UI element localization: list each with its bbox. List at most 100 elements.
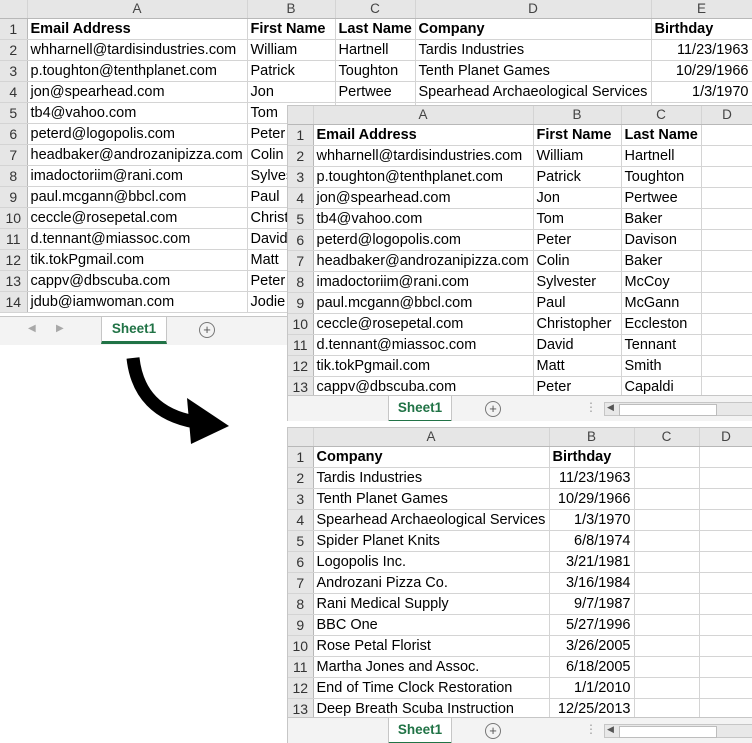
empty-cell[interactable] <box>701 292 752 314</box>
data-cell[interactable]: Christopher <box>533 313 622 335</box>
prev-sheet-button[interactable]: ◀ <box>28 323 36 334</box>
data-cell[interactable]: Hartnell <box>621 145 702 167</box>
row-header[interactable]: 6 <box>0 123 28 145</box>
add-sheet-icon[interactable]: + <box>199 322 215 338</box>
empty-cell[interactable] <box>634 635 700 657</box>
data-cell[interactable]: McGann <box>621 292 702 314</box>
empty-cell[interactable] <box>634 488 700 510</box>
data-cell[interactable]: 1/3/1970 <box>651 81 752 103</box>
data-cell[interactable]: d.tennant@miassoc.com <box>27 228 248 250</box>
column-header-d[interactable]: D <box>699 428 752 447</box>
data-cell[interactable]: Spearhead Archaeological Services <box>313 509 550 531</box>
data-cell[interactable]: Tardis Industries <box>415 39 652 61</box>
data-cell[interactable]: Davison <box>621 229 702 251</box>
empty-cell[interactable] <box>699 467 752 489</box>
column-header-d[interactable]: D <box>701 106 752 125</box>
data-cell[interactable]: imadoctoriim@rani.com <box>27 165 248 187</box>
data-cell[interactable]: tik.tokPgmail.com <box>313 355 534 377</box>
sheet-tab[interactable]: Sheet1 <box>388 396 452 421</box>
scroll-left-icon[interactable]: ◀ <box>607 724 614 735</box>
empty-cell[interactable] <box>634 530 700 552</box>
data-cell[interactable]: d.tennant@miassoc.com <box>313 334 534 356</box>
data-cell[interactable]: Spearhead Archaeological Services <box>415 81 652 103</box>
empty-cell[interactable] <box>699 656 752 678</box>
column-header-c[interactable]: C <box>335 0 416 19</box>
data-cell[interactable]: David <box>533 334 622 356</box>
row-header[interactable]: 1 <box>288 446 314 468</box>
data-cell[interactable]: paul.mcgann@bbcl.com <box>313 292 534 314</box>
data-cell[interactable]: 1/3/1970 <box>549 509 635 531</box>
row-header[interactable]: 14 <box>0 291 28 313</box>
row-header[interactable]: 6 <box>288 551 314 573</box>
row-header[interactable]: 12 <box>0 249 28 271</box>
row-header[interactable]: 10 <box>288 635 314 657</box>
column-title-cell[interactable]: Birthday <box>651 18 752 40</box>
data-cell[interactable]: 6/18/2005 <box>549 656 635 678</box>
row-header[interactable]: 10 <box>288 313 314 335</box>
empty-cell[interactable] <box>701 166 752 188</box>
data-cell[interactable]: 11/23/1963 <box>549 467 635 489</box>
data-cell[interactable]: 3/16/1984 <box>549 572 635 594</box>
data-cell[interactable]: Spider Planet Knits <box>313 530 550 552</box>
data-cell[interactable]: Smith <box>621 355 702 377</box>
data-cell[interactable]: p.toughton@tenthplanet.com <box>313 166 534 188</box>
empty-cell[interactable] <box>634 593 700 615</box>
column-title-cell[interactable]: First Name <box>247 18 336 40</box>
column-title-cell[interactable]: First Name <box>533 124 622 146</box>
column-header-a[interactable]: A <box>27 0 248 19</box>
row-header[interactable]: 3 <box>288 166 314 188</box>
scroll-left-icon[interactable]: ◀ <box>607 402 614 413</box>
row-header[interactable]: 11 <box>288 334 314 356</box>
scrollbar-thumb[interactable] <box>619 404 717 416</box>
data-cell[interactable]: paul.mcgann@bbcl.com <box>27 186 248 208</box>
row-header[interactable]: 8 <box>288 593 314 615</box>
scrollbar-thumb[interactable] <box>619 726 717 738</box>
row-header[interactable]: 2 <box>288 145 314 167</box>
data-cell[interactable]: Matt <box>533 355 622 377</box>
add-sheet-icon[interactable]: + <box>485 401 501 417</box>
data-cell[interactable]: whharnell@tardisindustries.com <box>27 39 248 61</box>
row-header[interactable]: 11 <box>0 228 28 250</box>
empty-cell[interactable] <box>699 488 752 510</box>
empty-cell[interactable] <box>699 530 752 552</box>
data-cell[interactable]: Tom <box>533 208 622 230</box>
empty-cell[interactable] <box>699 572 752 594</box>
column-title-cell[interactable]: Company <box>313 446 550 468</box>
split-handle-icon[interactable]: ⋮ <box>585 400 597 414</box>
data-cell[interactable]: 1/1/2010 <box>549 677 635 699</box>
empty-cell[interactable] <box>701 208 752 230</box>
row-header[interactable]: 7 <box>288 250 314 272</box>
row-header[interactable]: 12 <box>288 677 314 699</box>
row-header[interactable]: 4 <box>0 81 28 103</box>
empty-cell[interactable] <box>701 145 752 167</box>
split-handle-icon[interactable]: ⋮ <box>585 722 597 736</box>
data-cell[interactable]: 3/26/2005 <box>549 635 635 657</box>
empty-cell[interactable] <box>699 509 752 531</box>
data-cell[interactable]: Pertwee <box>621 187 702 209</box>
row-header[interactable]: 2 <box>0 39 28 61</box>
data-cell[interactable]: jon@spearhead.com <box>27 81 248 103</box>
data-cell[interactable]: tik.tokPgmail.com <box>27 249 248 271</box>
data-cell[interactable]: ceccle@rosepetal.com <box>27 207 248 229</box>
sheet-tab[interactable]: Sheet1 <box>388 718 452 743</box>
column-header-b[interactable]: B <box>247 0 336 19</box>
data-cell[interactable]: peterd@logopolis.com <box>313 229 534 251</box>
data-cell[interactable]: Tenth Planet Games <box>415 60 652 82</box>
data-cell[interactable]: Patrick <box>533 166 622 188</box>
data-cell[interactable]: Martha Jones and Assoc. <box>313 656 550 678</box>
empty-cell[interactable] <box>634 614 700 636</box>
data-cell[interactable]: Androzani Pizza Co. <box>313 572 550 594</box>
data-cell[interactable]: 11/23/1963 <box>651 39 752 61</box>
data-cell[interactable]: 5/27/1996 <box>549 614 635 636</box>
data-cell[interactable]: Toughton <box>335 60 416 82</box>
empty-cell[interactable] <box>699 677 752 699</box>
empty-cell[interactable] <box>701 250 752 272</box>
data-cell[interactable]: p.toughton@tenthplanet.com <box>27 60 248 82</box>
row-header[interactable]: 3 <box>288 488 314 510</box>
row-header[interactable]: 6 <box>288 229 314 251</box>
data-cell[interactable]: Patrick <box>247 60 336 82</box>
row-header[interactable]: 9 <box>288 292 314 314</box>
select-all-corner[interactable] <box>0 0 28 19</box>
data-cell[interactable]: tb4@vahoo.com <box>313 208 534 230</box>
row-header[interactable]: 5 <box>288 208 314 230</box>
